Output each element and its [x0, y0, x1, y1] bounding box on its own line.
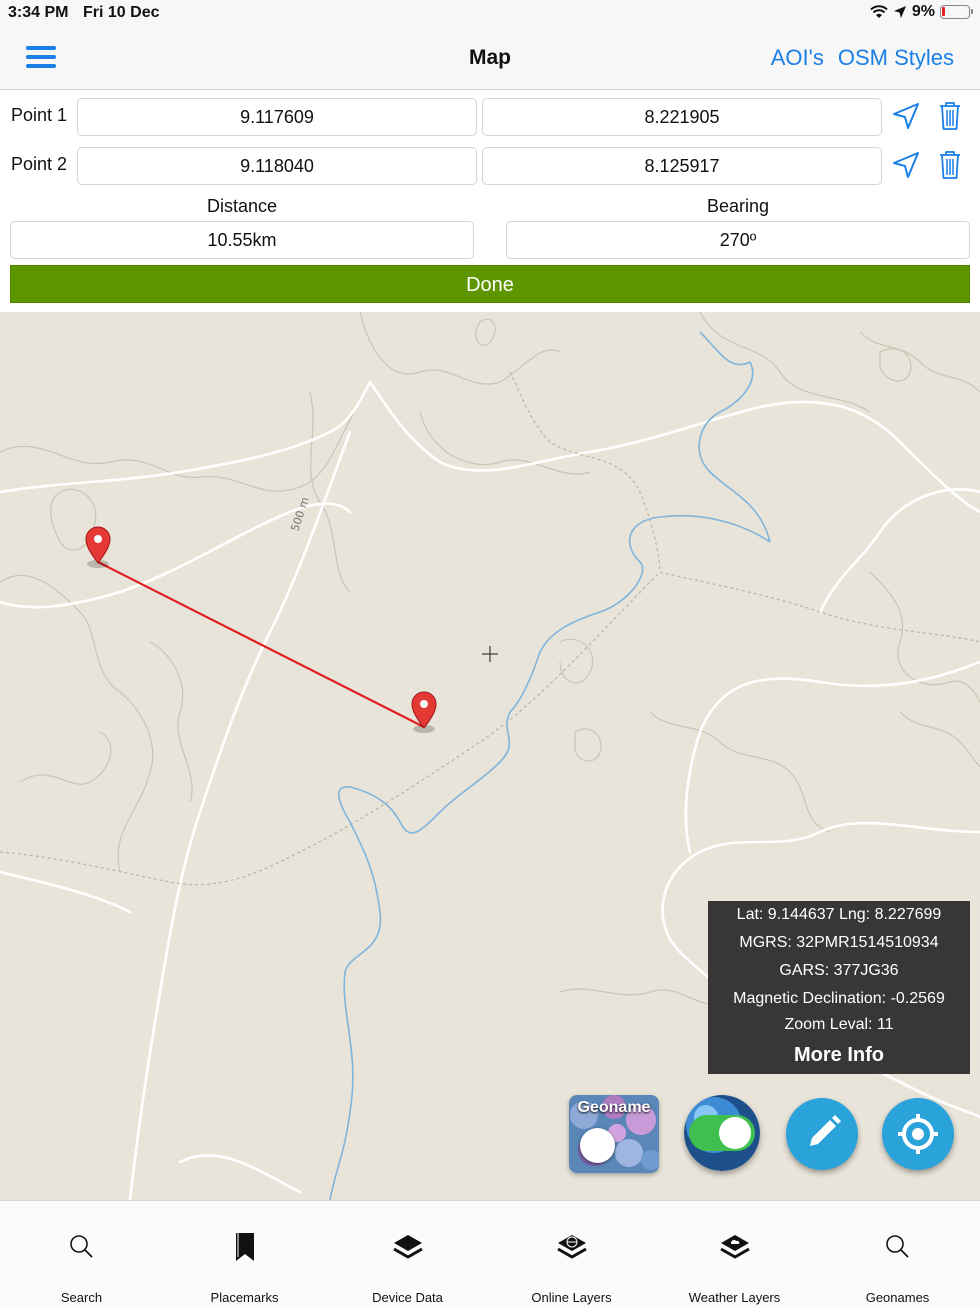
status-bar: 3:34 PM Fri 10 Dec 9% — [0, 0, 980, 26]
status-indicators: 9% — [870, 3, 973, 21]
locate-point-icon[interactable] — [892, 151, 920, 179]
location-arrow-icon — [893, 6, 906, 18]
point1-lng-field[interactable]: 8.221905 — [482, 98, 882, 136]
point2-lng-field[interactable]: 8.125917 — [482, 147, 882, 185]
weather-layers-icon — [719, 1235, 750, 1259]
wifi-icon — [870, 5, 888, 18]
distance-label: Distance — [206, 196, 278, 216]
mgrs-readout: MGRS: 32PMR1514510934 — [739, 934, 939, 951]
declination-readout: Magnetic Declination: -0.2569 — [733, 990, 945, 1007]
tab-device-data[interactable]: Device Data — [326, 1201, 489, 1307]
navigation-bar: Map AOI's OSM Styles — [0, 26, 980, 90]
search-icon — [69, 1235, 93, 1258]
tab-label: Placemarks — [210, 1290, 279, 1305]
map-view[interactable]: 500 m Lat: 9.144637 Lng: 8.227699 MGRS: … — [0, 312, 980, 1200]
tab-search[interactable]: Search — [0, 1201, 163, 1307]
globe-icon — [684, 1095, 760, 1171]
more-info-button[interactable]: More Info — [708, 1037, 970, 1073]
bearing-value: 270º — [506, 221, 970, 259]
point1-lat-field[interactable]: 9.117609 — [77, 98, 477, 136]
done-button[interactable]: Done — [10, 265, 970, 303]
zoom-readout: Zoom Leval: 11 — [784, 1016, 894, 1033]
geoname-label: Geoname — [577, 1099, 651, 1116]
edit-button[interactable] — [786, 1098, 858, 1170]
tab-placemarks[interactable]: Placemarks — [163, 1201, 326, 1307]
tab-bar: Search Placemarks Device Data Online Lay… — [0, 1200, 980, 1307]
locate-point-icon[interactable] — [892, 102, 920, 130]
layers-toggle-button[interactable] — [684, 1095, 760, 1171]
point-label: Point 1 — [11, 105, 68, 125]
gars-readout: GARS: 377JG36 — [779, 962, 899, 979]
map-marker-icon[interactable] — [411, 691, 437, 733]
map-marker-icon[interactable] — [85, 526, 111, 568]
tab-weather-layers[interactable]: Weather Layers — [653, 1201, 816, 1307]
point2-lat-field[interactable]: 9.118040 — [77, 147, 477, 185]
point-row-2: Point 2 9.118040 8.125917 — [0, 145, 980, 185]
tab-label: Device Data — [372, 1290, 443, 1305]
delete-point-icon[interactable] — [938, 101, 962, 131]
latlng-readout: Lat: 9.144637 Lng: 8.227699 — [736, 906, 942, 923]
search-icon — [885, 1235, 909, 1258]
crosshair-target-icon — [898, 1114, 938, 1154]
tab-label: Weather Layers — [688, 1290, 781, 1305]
location-info-panel: Lat: 9.144637 Lng: 8.227699 MGRS: 32PMR1… — [708, 901, 970, 1074]
hamburger-menu-icon[interactable] — [26, 46, 56, 68]
tab-label: Search — [60, 1290, 103, 1305]
tab-online-layers[interactable]: Online Layers — [490, 1201, 653, 1307]
status-date: Fri 10 Dec — [83, 4, 160, 21]
point-label: Point 2 — [11, 154, 68, 174]
point-row-1: Point 1 9.117609 8.221905 — [0, 96, 980, 136]
distance-bearing-form: Point 1 9.117609 8.221905 Point 2 9.1180… — [0, 90, 980, 312]
battery-low-icon — [940, 5, 973, 19]
geoname-toggle[interactable]: Geoname — [569, 1095, 659, 1173]
globe-layers-icon — [556, 1235, 587, 1259]
bearing-label: Bearing — [706, 196, 770, 216]
nav-actions: AOI's OSM Styles — [771, 45, 954, 71]
tab-geonames[interactable]: Geonames — [816, 1201, 979, 1307]
distance-value: 10.55km — [10, 221, 474, 259]
geoname-switch-knob — [580, 1128, 615, 1163]
bookmark-icon — [235, 1233, 254, 1261]
battery-percent: 9% — [911, 3, 935, 20]
aois-button[interactable]: AOI's — [771, 45, 824, 71]
layers-icon — [392, 1235, 423, 1259]
tab-label: Geonames — [865, 1290, 930, 1305]
osm-styles-button[interactable]: OSM Styles — [838, 45, 954, 71]
my-location-button[interactable] — [882, 1098, 954, 1170]
tab-label: Online Layers — [531, 1290, 612, 1305]
status-time: 3:34 PM — [8, 4, 69, 21]
delete-point-icon[interactable] — [938, 150, 962, 180]
pencil-icon — [810, 1115, 841, 1146]
